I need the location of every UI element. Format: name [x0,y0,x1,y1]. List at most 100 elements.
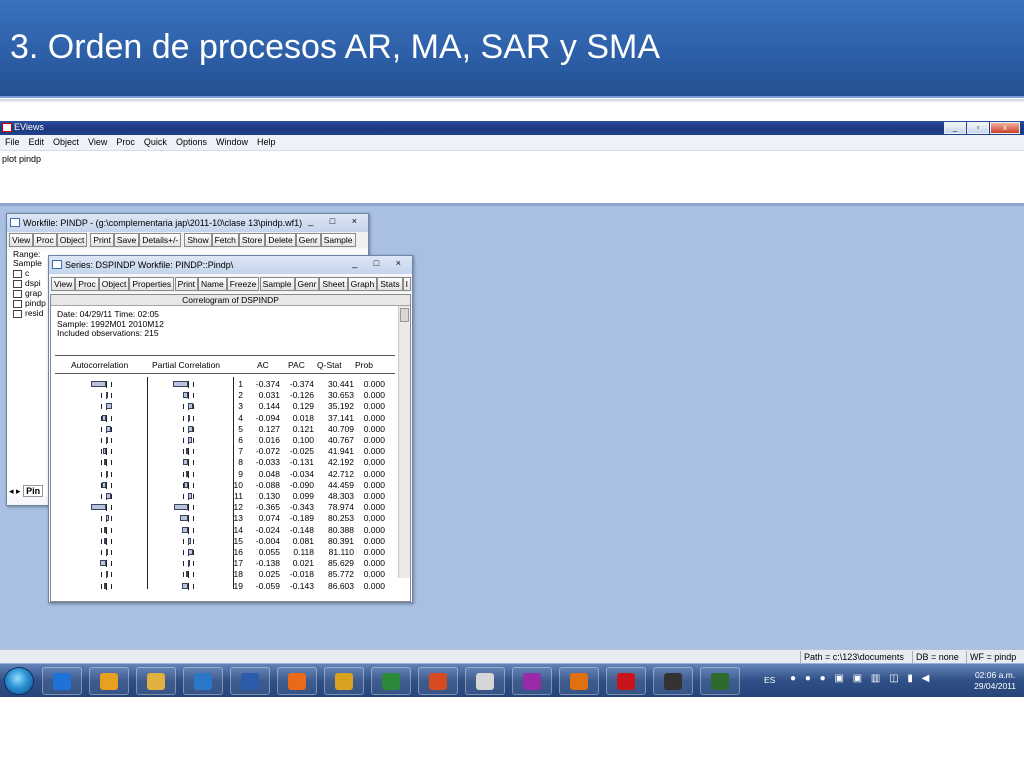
wf-proc-button[interactable]: Proc [33,233,57,247]
eviews-icon[interactable] [700,667,740,695]
scroll-thumb[interactable] [400,308,409,322]
workfile-titlebar[interactable]: Workfile: PINDP - (g:\complementaria jap… [7,214,368,232]
tab-pindp[interactable]: Pin [23,485,44,497]
wf-save-button[interactable]: Save [113,233,140,247]
wf-sample-button[interactable]: Sample [320,233,356,247]
pac-axis [188,392,189,400]
s-name-button[interactable]: Name [198,277,227,291]
ac-bound [111,426,112,432]
tray-icons[interactable]: ● ● ● ▣ ▣ ▥ ◫ ▮ ◀ [790,673,932,684]
app-icon[interactable] [512,667,552,695]
s-view-button[interactable]: View [51,277,76,291]
close-button[interactable]: x [990,122,1020,134]
calc-icon[interactable] [465,667,505,695]
s-proc-button[interactable]: Proc [75,277,99,291]
workfile-window-controls[interactable]: _ □ × [308,216,364,226]
excel-icon[interactable] [371,667,411,695]
cell-prob: 0.000 [363,379,385,389]
cell-prob: 0.000 [363,423,385,434]
pac-bar [182,526,188,533]
workfile-toolbar: View Proc Object Print Save Details+/- S… [7,232,368,248]
ac-bound [101,460,102,466]
cell-q: 40.709 [328,423,354,434]
matlab-icon[interactable] [559,667,599,695]
cell-ac: 0.130 [258,491,280,501]
ie-icon[interactable] [42,667,82,695]
s-ident-button[interactable]: I [402,277,411,291]
header-rule-top [55,355,395,356]
chrome-icon[interactable] [324,667,364,695]
cell-prob: 0.000 [363,491,385,501]
wf-fetch-button[interactable]: Fetch [211,233,239,247]
ac-axis [106,537,107,545]
s-freeze-button[interactable]: Freeze [226,277,260,291]
cell-pac: -0.189 [289,513,314,524]
wf-show-button[interactable]: Show [184,233,212,247]
ac-bound [111,527,112,533]
powerpoint-icon[interactable] [418,667,458,695]
acrobat-icon[interactable] [606,667,646,695]
media-icon[interactable] [183,667,223,695]
pac-bar [188,560,190,567]
wf-print-button[interactable]: Print [90,233,114,247]
cell-ac: 0.055 [258,547,280,557]
ac-bar [106,470,108,477]
word-icon[interactable] [230,667,270,695]
pac-bound [183,415,184,421]
s-sheet-button[interactable]: Sheet [319,277,348,291]
cell-prob: 0.000 [363,535,385,546]
wf-view-button[interactable]: View [9,233,34,247]
eye-icon[interactable] [653,667,693,695]
series-window[interactable]: Series: DSPINDP Workfile: PINDP::Pindp\ … [48,255,413,603]
pac-bound [193,438,194,443]
wf-store-button[interactable]: Store [238,233,266,247]
pac-bound [183,471,184,477]
series-window-controls[interactable]: _ □ × [352,258,408,268]
menu-options[interactable]: Options [171,135,211,147]
wf-delete-button[interactable]: Delete [265,233,296,247]
start-button[interactable] [4,667,34,695]
s-graph-button[interactable]: Graph [347,277,378,291]
pac-bound [193,550,194,555]
menu-quick[interactable]: Quick [139,135,171,147]
menu-window[interactable]: Window [211,135,252,147]
wf-details-button[interactable]: Details+/- [139,233,182,247]
explorer-icon-glyph [147,673,165,690]
cell-ac: 0.074 [258,513,280,524]
outlook-icon[interactable] [89,667,129,695]
clock[interactable]: 02:06 a.m. 29/04/2011 [974,670,1016,692]
wf-object-button[interactable]: Object [56,233,88,247]
series-titlebar[interactable]: Series: DSPINDP Workfile: PINDP::Pindp\ … [49,256,412,274]
firefox-icon[interactable] [277,667,317,695]
tab-scroll-arrows[interactable]: ◂ ▸ [9,486,21,496]
pac-bar [182,582,188,589]
s-properties-button[interactable]: Properties [129,277,175,291]
s-print-button[interactable]: Print [174,277,199,291]
vertical-scrollbar[interactable] [398,306,410,578]
correlogram-row: 1 -0.374 -0.374 30.441 0.000 [51,379,391,390]
explorer-icon[interactable] [136,667,176,695]
ac-bound [101,404,102,410]
maximize-button[interactable]: ▫ [967,122,989,134]
cell-lag: 6 [238,435,243,445]
menu-edit[interactable]: Edit [24,135,49,147]
correlogram-row: 2 0.031 -0.126 30.653 0.000 [51,390,391,401]
cell-pac: -0.148 [289,524,314,535]
cell-lag: 14 [233,524,243,535]
s-object-button[interactable]: Object [98,277,130,291]
menu-proc[interactable]: Proc [111,135,139,147]
menu-help[interactable]: Help [252,135,280,147]
cell-lag: 1 [238,379,243,389]
command-window[interactable]: plot pindp [0,151,1024,203]
minimize-button[interactable]: _ [944,122,966,134]
wf-genr-button[interactable]: Genr [295,233,321,247]
language-indicator[interactable]: ES [764,675,775,685]
s-sample-button[interactable]: Sample [259,277,295,291]
ac-axis [106,414,107,422]
menu-file[interactable]: File [0,135,24,147]
s-stats-button[interactable]: Stats [377,277,403,291]
menu-view[interactable]: View [83,135,111,147]
menu-object[interactable]: Object [48,135,83,147]
correlogram-row: 12 -0.365 -0.343 78.974 0.000 [51,502,391,513]
s-genr-button[interactable]: Genr [294,277,320,291]
